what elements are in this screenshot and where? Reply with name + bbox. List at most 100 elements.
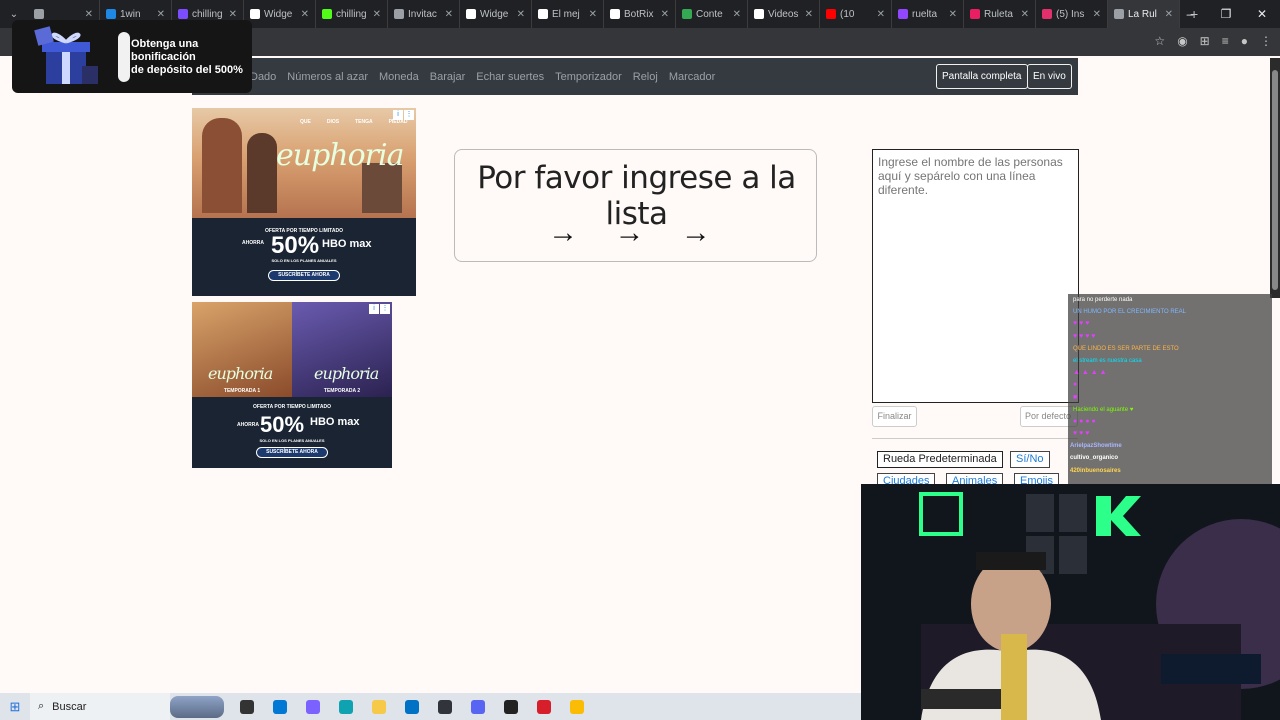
ad-plan-label: SOLO EN LOS PLANES ANUALES <box>271 258 337 263</box>
window-controls: – ❐ ✕ <box>1172 0 1280 28</box>
browser-tab[interactable]: La Rul ✕ <box>1108 0 1180 28</box>
tab-close-icon[interactable]: ✕ <box>301 9 309 20</box>
tab-close-icon[interactable]: ✕ <box>589 9 597 20</box>
tab-close-icon[interactable]: ✕ <box>661 9 669 20</box>
tab-close-icon[interactable]: ✕ <box>445 9 453 20</box>
ad-discount: 50% <box>260 412 305 437</box>
tab-close-icon[interactable]: ✕ <box>805 9 813 20</box>
tab-close-icon[interactable]: ✕ <box>157 9 165 20</box>
outlook-icon[interactable] <box>398 697 426 717</box>
search-icon: ⌕ <box>38 700 45 712</box>
edge-icon[interactable] <box>332 697 360 717</box>
bookmark-star-icon[interactable]: ☆ <box>1154 34 1165 48</box>
tab-favicon-icon <box>826 9 836 19</box>
tab-close-icon[interactable]: ✕ <box>229 9 237 20</box>
close-icon[interactable]: ⋮ <box>380 304 390 314</box>
nav-link[interactable]: Moneda <box>379 71 419 83</box>
preset-emojis[interactable]: Emojis <box>1014 473 1060 484</box>
tab-close-icon[interactable]: ✕ <box>373 9 381 20</box>
preset-animals[interactable]: Animales <box>946 473 1004 484</box>
browser-tab[interactable]: Invitac ✕ <box>388 0 460 28</box>
tab-close-icon[interactable]: ✕ <box>85 9 93 20</box>
browser-tab[interactable]: Conte ✕ <box>676 0 748 28</box>
ad-choices[interactable]: i ⋮ <box>369 304 390 314</box>
preset-default-wheel[interactable]: Rueda Predeterminada <box>877 451 1003 468</box>
scrollbar-thumb[interactable] <box>1272 70 1278 290</box>
nav-link[interactable]: Marcador <box>669 71 715 83</box>
browser-tab[interactable]: Ruleta ✕ <box>964 0 1036 28</box>
explorer-icon[interactable] <box>365 697 393 717</box>
chrome-icon[interactable] <box>563 697 591 717</box>
discord-icon-glyph <box>470 699 485 714</box>
nav-link[interactable]: Echar suertes <box>476 71 544 83</box>
extension-icon[interactable]: ◉ <box>1177 34 1187 48</box>
tab-close-icon[interactable]: ✕ <box>517 9 525 20</box>
tab-label: El mej <box>552 8 580 20</box>
finish-button[interactable]: Finalizar <box>872 406 917 427</box>
puzzle-icon[interactable]: ⊞ <box>1200 34 1210 48</box>
store-icon[interactable] <box>266 697 294 717</box>
preset-yes-no[interactable]: Sí/No <box>1010 451 1050 468</box>
hbo-ad-banner-1[interactable]: i ⋮ QUE DIOS TENGA PIEDAD euphoria OFERTA PO… <box>192 108 416 296</box>
page-scrollbar[interactable] <box>1270 58 1280 298</box>
tab-search-icon[interactable]: ⌄ <box>0 9 28 20</box>
opera-icon[interactable] <box>530 697 558 717</box>
popup-scroll-handle[interactable] <box>118 32 130 82</box>
nav-link[interactable]: Reloj <box>633 71 658 83</box>
browser-tab[interactable]: (10 ✕ <box>820 0 892 28</box>
fullscreen-button[interactable]: Pantalla completa <box>936 64 1028 89</box>
tab-close-icon[interactable]: ✕ <box>877 9 885 20</box>
site-navbar: Dado Números al azar Moneda Barajar Echar su… <box>192 58 1078 95</box>
ad-title-2: euphoria <box>314 364 379 383</box>
subscribe-button[interactable]: SUSCRÍBETE AHORA <box>256 447 328 458</box>
widgets-weather-icon[interactable] <box>170 695 224 718</box>
streamlabs-icon[interactable] <box>431 697 459 717</box>
minimize-button[interactable]: – <box>1172 0 1208 28</box>
nav-link[interactable]: Dado <box>250 71 276 83</box>
chat-message: cultivo_organico <box>1068 452 1272 464</box>
live-button[interactable]: En vivo <box>1027 64 1072 89</box>
casino-promo-popup[interactable]: Obtenga una bonificación de depósito del… <box>12 20 252 93</box>
tab-favicon-icon <box>970 9 980 19</box>
names-input[interactable] <box>872 149 1079 403</box>
profile-avatar[interactable]: ● <box>1241 34 1248 48</box>
media-control-icon[interactable]: ≡ <box>1222 34 1229 48</box>
chat-message: ♥ ♥ ♥ <box>1068 318 1272 330</box>
browser-tab[interactable]: BotRix ✕ <box>604 0 676 28</box>
copilot-icon[interactable] <box>299 697 327 717</box>
browser-tab[interactable]: Widge ✕ <box>244 0 316 28</box>
close-window-button[interactable]: ✕ <box>1244 0 1280 28</box>
browser-tab[interactable]: El mej ✕ <box>532 0 604 28</box>
nav-links: Dado Números al azar Moneda Barajar Echar su… <box>250 58 715 95</box>
tab-favicon-icon <box>394 9 404 19</box>
tab-close-icon[interactable]: ✕ <box>1093 9 1101 20</box>
tab-close-icon[interactable]: ✕ <box>733 9 741 20</box>
maximize-button[interactable]: ❐ <box>1208 0 1244 28</box>
nav-link[interactable]: Temporizador <box>555 71 622 83</box>
browser-tab[interactable]: ruelta ✕ <box>892 0 964 28</box>
tab-close-icon[interactable]: ✕ <box>1021 9 1029 20</box>
tab-favicon-icon <box>250 9 260 19</box>
task-view-icon[interactable] <box>233 697 261 717</box>
info-icon[interactable]: i <box>369 304 379 314</box>
taskbar-search[interactable]: ⌕ Buscar <box>30 693 170 720</box>
explorer-icon-glyph <box>371 699 386 714</box>
browser-tab[interactable]: Widge ✕ <box>460 0 532 28</box>
hbo-ad-banner-2[interactable]: i ⋮ euphoria euphoria TEMPORADA 1 TEMPORA… <box>192 302 392 468</box>
nav-link[interactable]: Números al azar <box>287 71 368 83</box>
discord-icon[interactable] <box>464 697 492 717</box>
subscribe-button[interactable]: SUSCRÍBETE AHORA <box>268 270 340 281</box>
menu-icon[interactable]: ⋮ <box>1260 34 1272 48</box>
chat-text: para no perderte nada <box>1073 297 1133 303</box>
browser-tab[interactable]: Videos ✕ <box>748 0 820 28</box>
outlook-icon-glyph <box>404 699 419 714</box>
tab-close-icon[interactable]: ✕ <box>949 9 957 20</box>
nav-link[interactable]: Barajar <box>430 71 465 83</box>
ad-title: euphoria <box>276 138 404 173</box>
tag-word: DIOS <box>326 119 340 125</box>
obs-icon[interactable] <box>497 697 525 717</box>
browser-tab[interactable]: (5) Ins ✕ <box>1036 0 1108 28</box>
preset-cities[interactable]: Ciudades <box>877 473 936 484</box>
windows-start-icon[interactable]: ⊞ <box>0 699 30 715</box>
browser-tab[interactable]: chilling ✕ <box>316 0 388 28</box>
